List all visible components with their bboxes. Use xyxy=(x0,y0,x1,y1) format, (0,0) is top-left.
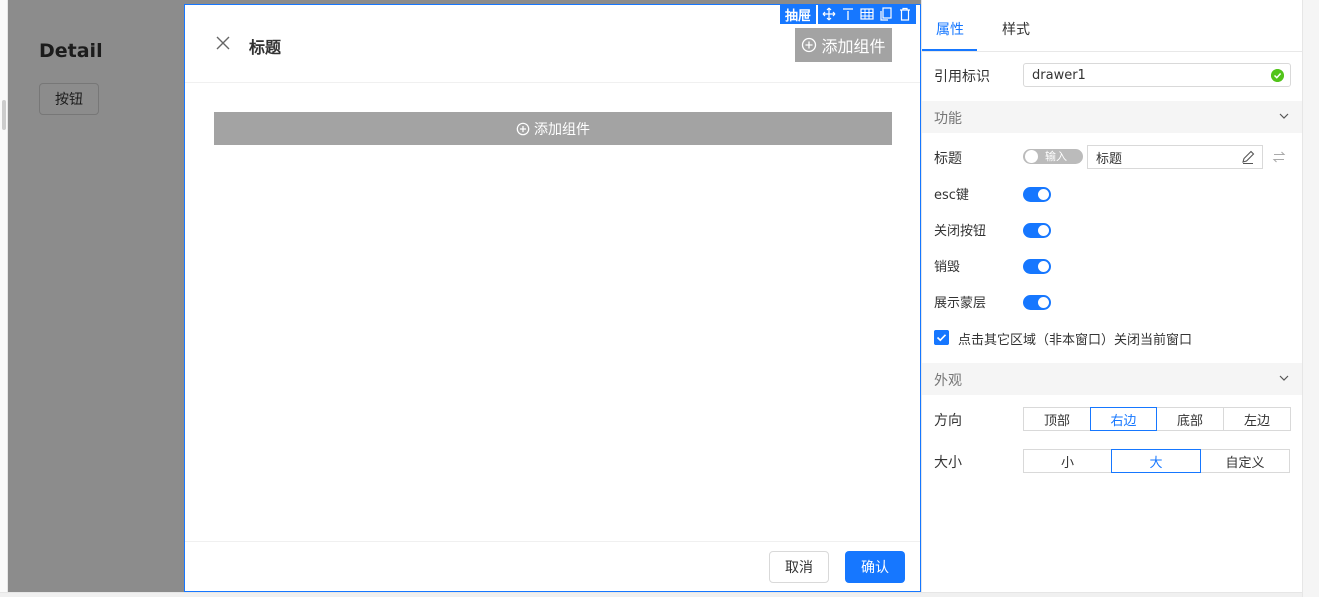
function-section-header[interactable]: 功能 xyxy=(922,101,1303,133)
drawer[interactable]: 标题 添加组件 添加组件 取消 确认 xyxy=(184,4,921,592)
function-section-title: 功能 xyxy=(934,111,962,127)
size-small[interactable]: 小 xyxy=(1023,449,1112,473)
ref-input[interactable]: drawer1 xyxy=(1023,63,1291,87)
toggle-knob xyxy=(1038,297,1049,308)
size-custom[interactable]: 自定义 xyxy=(1200,449,1290,473)
ref-value: drawer1 xyxy=(1032,67,1086,83)
size-segmented: 小 大 自定义 xyxy=(1023,449,1290,473)
direction-right[interactable]: 右边 xyxy=(1090,407,1157,431)
property-panel: 属性 样式 引用标识 drawer1 功能 标题 输入 标题 esc键 关闭按钮… xyxy=(921,0,1303,592)
toggle-knob xyxy=(1038,189,1049,200)
copy-icon[interactable] xyxy=(878,6,894,22)
header-add-component-button[interactable]: 添加组件 xyxy=(795,28,892,62)
switch-mask[interactable] xyxy=(1023,295,1051,310)
switch-label-mask: 展示蒙层 xyxy=(934,296,987,311)
title-input[interactable]: 标题 xyxy=(1087,145,1263,169)
direction-left[interactable]: 左边 xyxy=(1223,407,1291,431)
header-add-label: 添加组件 xyxy=(821,37,886,56)
body-add-component-button[interactable]: 添加组件 xyxy=(214,112,892,145)
switch-destroy[interactable] xyxy=(1023,259,1051,274)
toggle-knob xyxy=(1038,225,1049,236)
swap-icon[interactable] xyxy=(1272,150,1286,164)
tab-style[interactable]: 样式 xyxy=(1002,19,1030,39)
switch-esc[interactable] xyxy=(1023,187,1051,202)
component-type-label: 抽屉 xyxy=(780,4,817,24)
check-circle-icon xyxy=(1271,69,1284,82)
switch-close-button[interactable] xyxy=(1023,223,1051,238)
direction-top[interactable]: 顶部 xyxy=(1023,407,1091,431)
ref-label: 引用标识 xyxy=(934,69,990,85)
title-label: 标题 xyxy=(934,151,962,167)
direction-bottom[interactable]: 底部 xyxy=(1156,407,1224,431)
title-mode-toggle[interactable]: 输入 xyxy=(1023,149,1083,164)
toggle-knob xyxy=(1038,261,1049,272)
appearance-section-title: 外观 xyxy=(934,373,962,389)
toolbar-actions xyxy=(818,4,917,24)
size-large[interactable]: 大 xyxy=(1111,449,1201,473)
design-canvas: Detail 按钮 标题 添加组件 添加组件 取消 确认 抽屉 xyxy=(0,0,921,597)
move-icon[interactable] xyxy=(821,6,837,22)
switch-label-close-button: 关闭按钮 xyxy=(934,224,987,239)
panel-scrollbar[interactable] xyxy=(1302,0,1319,597)
panel-tabs: 属性 样式 xyxy=(922,0,1303,52)
resize-handle[interactable] xyxy=(2,100,6,130)
left-gutter xyxy=(0,0,8,597)
delete-icon[interactable] xyxy=(897,6,913,22)
drawer-footer: 取消 确认 xyxy=(185,541,920,591)
direction-segmented: 顶部 右边 底部 左边 xyxy=(1023,407,1291,431)
direction-label: 方向 xyxy=(934,413,962,429)
cancel-button[interactable]: 取消 xyxy=(769,551,829,583)
size-label: 大小 xyxy=(934,455,962,471)
mask-close-checkbox[interactable] xyxy=(934,330,949,345)
title-mode-label: 输入 xyxy=(1045,150,1067,163)
tab-properties[interactable]: 属性 xyxy=(936,19,964,39)
component-toolbar: 抽屉 xyxy=(780,4,917,24)
chevron-down-icon xyxy=(1279,375,1289,381)
plus-circle-icon xyxy=(802,37,817,53)
align-top-icon[interactable] xyxy=(840,6,856,22)
chevron-down-icon xyxy=(1279,113,1289,119)
plus-circle-icon xyxy=(516,122,530,135)
active-tab-indicator xyxy=(922,49,977,51)
confirm-button[interactable]: 确认 xyxy=(845,551,905,583)
table-icon[interactable] xyxy=(859,6,875,22)
close-icon[interactable] xyxy=(215,35,231,51)
appearance-section-header[interactable]: 外观 xyxy=(922,363,1303,395)
body-add-label: 添加组件 xyxy=(534,121,590,138)
drawer-title: 标题 xyxy=(249,38,282,57)
switch-label-destroy: 销毁 xyxy=(934,260,961,275)
toggle-knob xyxy=(1025,150,1038,163)
switch-label-esc: esc键 xyxy=(934,188,969,203)
bottom-scrollbar[interactable] xyxy=(0,592,1302,597)
title-input-value: 标题 xyxy=(1096,151,1123,167)
mask-close-label: 点击其它区域（非本窗口）关闭当前窗口 xyxy=(958,333,1193,348)
edit-icon[interactable] xyxy=(1240,149,1256,165)
